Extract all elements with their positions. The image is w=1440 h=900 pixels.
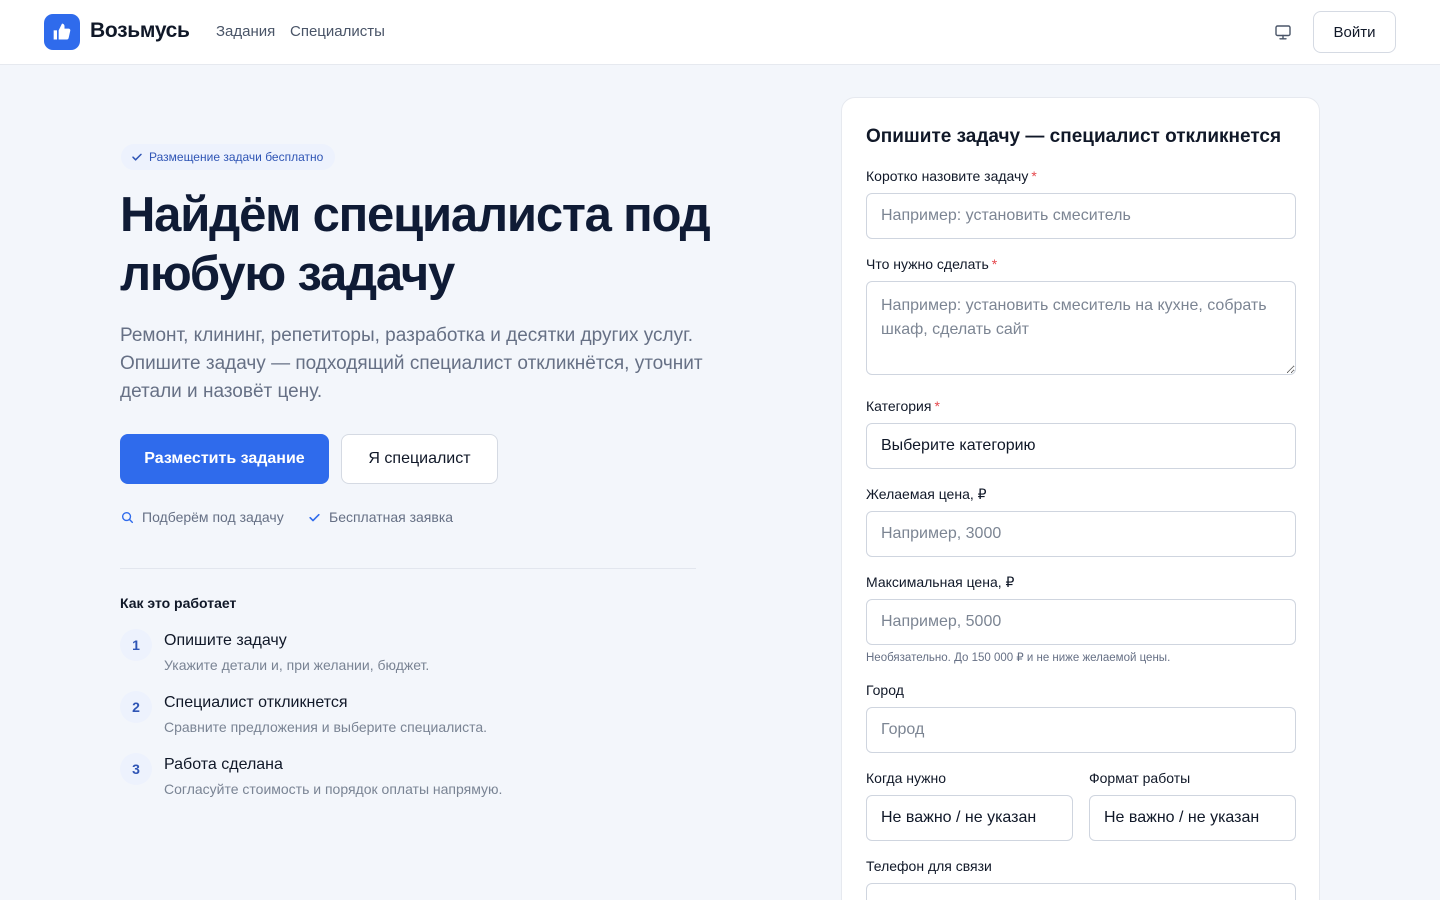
thumbs-up-icon — [53, 23, 71, 40]
search-icon — [121, 511, 134, 523]
step-description: Согласуйте стоимость и порядок оплаты на… — [164, 781, 503, 797]
format-select[interactable]: Не важно / не указан — [1089, 795, 1296, 841]
format-label: Формат работы — [1089, 770, 1191, 786]
check-icon — [309, 513, 320, 521]
login-button[interactable]: Войти — [1313, 11, 1396, 53]
step-description: Укажите детали и, при желании, бюджет. — [164, 657, 430, 673]
badge-text: Размещение задачи бесплатно — [149, 150, 324, 164]
max-price-input[interactable] — [866, 599, 1296, 645]
city-input[interactable] — [866, 707, 1296, 753]
hero-subtitle: Ремонт, клининг, репетиторы, разработка … — [120, 325, 703, 402]
when-label: Когда нужно — [866, 770, 947, 786]
task-input[interactable] — [866, 193, 1296, 239]
details-textarea[interactable] — [866, 281, 1296, 375]
feature-free: Бесплатная заявка — [308, 509, 453, 525]
site-header: Возьмусь Задания Специалисты Войти — [0, 0, 1440, 65]
free-badge: Размещение задачи бесплатно — [121, 144, 336, 170]
hero-title: Найдём специалиста под любую задачу — [120, 188, 711, 301]
how-it-works-title: Как это работает — [120, 595, 237, 611]
phone-input[interactable] — [866, 883, 1296, 900]
price-label: Желаемая цена, ₽ — [866, 486, 987, 502]
logo[interactable] — [44, 14, 80, 50]
step-number: 1 — [120, 629, 152, 661]
price-input[interactable] — [866, 511, 1296, 557]
feature-free-text: Бесплатная заявка — [329, 509, 454, 525]
max-price-label: Максимальная цена, ₽ — [866, 574, 1015, 590]
feature-match-text: Подберём под задачу — [142, 509, 284, 525]
task-form-card: Опишите задачу — специалист откликнется … — [841, 97, 1320, 900]
monitor-icon[interactable] — [1272, 23, 1294, 41]
details-label: Что нужно сделать * — [866, 256, 998, 272]
step-description: Сравните предложения и выберите специали… — [164, 719, 488, 735]
i-am-specialist-button[interactable]: Я специалист — [341, 434, 498, 484]
step-title: Опишите задачу — [164, 632, 287, 649]
nav-tasks[interactable]: Задания — [216, 23, 275, 40]
post-task-button[interactable]: Разместить задание — [120, 434, 329, 484]
step-number: 3 — [120, 753, 152, 785]
category-select[interactable]: Выберите категорию — [866, 423, 1296, 469]
check-icon — [132, 153, 142, 161]
step-title: Работа сделана — [164, 756, 283, 773]
task-label: Коротко назовите задачу * — [866, 168, 1037, 184]
phone-label: Телефон для связи — [866, 858, 992, 874]
step-title: Специалист откликнется — [164, 694, 348, 711]
when-select[interactable]: Не важно / не указан — [866, 795, 1073, 841]
feature-match: Подберём под задачу — [121, 509, 284, 525]
form-title: Опишите задачу — специалист откликнется — [866, 126, 1282, 147]
divider — [120, 568, 696, 569]
city-label: Город — [866, 682, 904, 698]
brand-name[interactable]: Возьмусь — [90, 19, 190, 43]
nav-specialists[interactable]: Специалисты — [290, 23, 385, 40]
step-number: 2 — [120, 691, 152, 723]
max-price-hint: Необязательно. До 150 000 ₽ и не ниже же… — [866, 652, 1171, 664]
category-label: Категория * — [866, 398, 940, 414]
